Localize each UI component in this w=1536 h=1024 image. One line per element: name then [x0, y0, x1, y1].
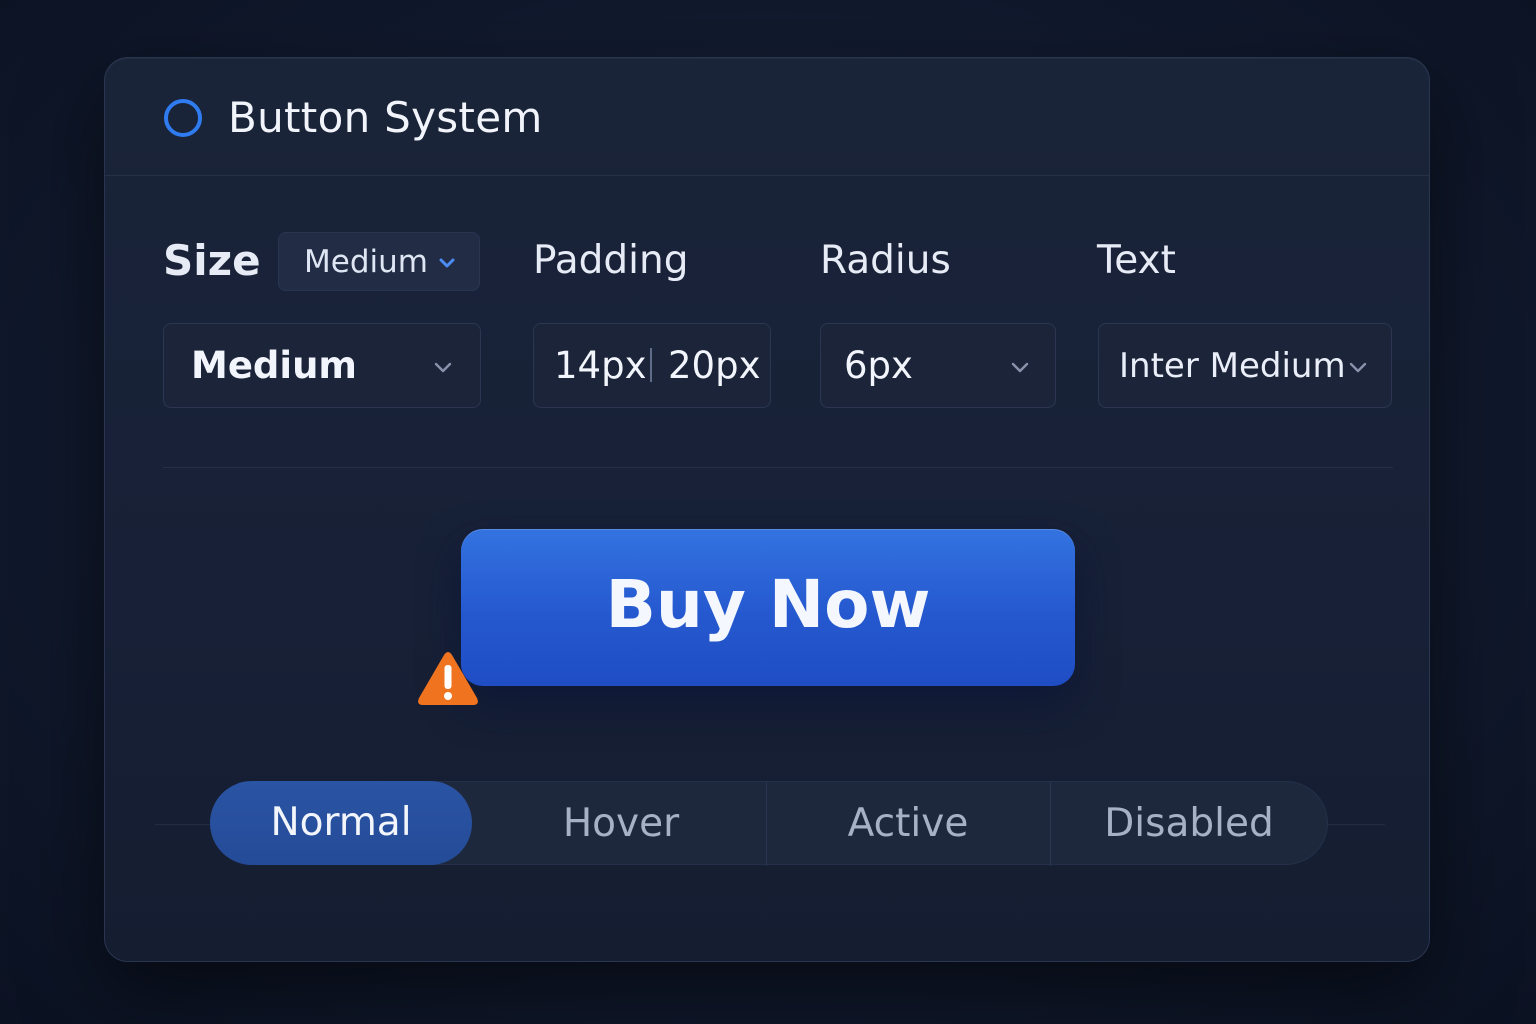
radius-value: 6px: [844, 344, 913, 387]
text-label: Text: [1097, 238, 1176, 283]
section-divider: [163, 467, 1393, 468]
size-label: Size: [163, 236, 261, 285]
state-segmented-control: Normal Hover Active Disabled: [210, 781, 1328, 866]
radius-label: Radius: [820, 238, 951, 283]
chevron-down-icon: [439, 258, 455, 268]
warning-triangle-icon[interactable]: [416, 650, 480, 708]
tab-disabled[interactable]: Disabled: [1050, 782, 1328, 866]
size-preset-dropdown[interactable]: Medium: [278, 232, 480, 291]
chevron-down-icon: [1349, 362, 1367, 373]
size-value: Medium: [191, 344, 357, 387]
size-preset-value: Medium: [304, 244, 428, 280]
padding-field[interactable]: 14px 20px: [533, 323, 771, 408]
button-system-panel: Button System Size Medium Padding Radius…: [104, 57, 1430, 962]
page-title: Button System: [228, 93, 543, 142]
padding-horizontal-value[interactable]: 20px: [668, 344, 760, 388]
font-value: Inter Medium: [1119, 346, 1346, 386]
font-dropdown[interactable]: Inter Medium: [1098, 323, 1392, 408]
padding-separator: [650, 348, 652, 382]
panel-header: Button System: [105, 58, 1429, 176]
chevron-down-icon: [434, 362, 452, 373]
buy-now-button[interactable]: Buy Now: [461, 529, 1075, 686]
buy-now-label: Buy Now: [605, 566, 931, 643]
radius-dropdown[interactable]: 6px: [820, 323, 1056, 408]
ring-icon: [164, 99, 202, 137]
chevron-down-icon: [1011, 362, 1029, 373]
tab-normal[interactable]: Normal: [210, 781, 472, 865]
size-dropdown[interactable]: Medium: [163, 323, 481, 408]
padding-label: Padding: [533, 238, 689, 283]
tab-hover[interactable]: Hover: [476, 782, 766, 866]
tab-active[interactable]: Active: [766, 782, 1050, 866]
padding-vertical-value[interactable]: 14px: [554, 344, 646, 388]
